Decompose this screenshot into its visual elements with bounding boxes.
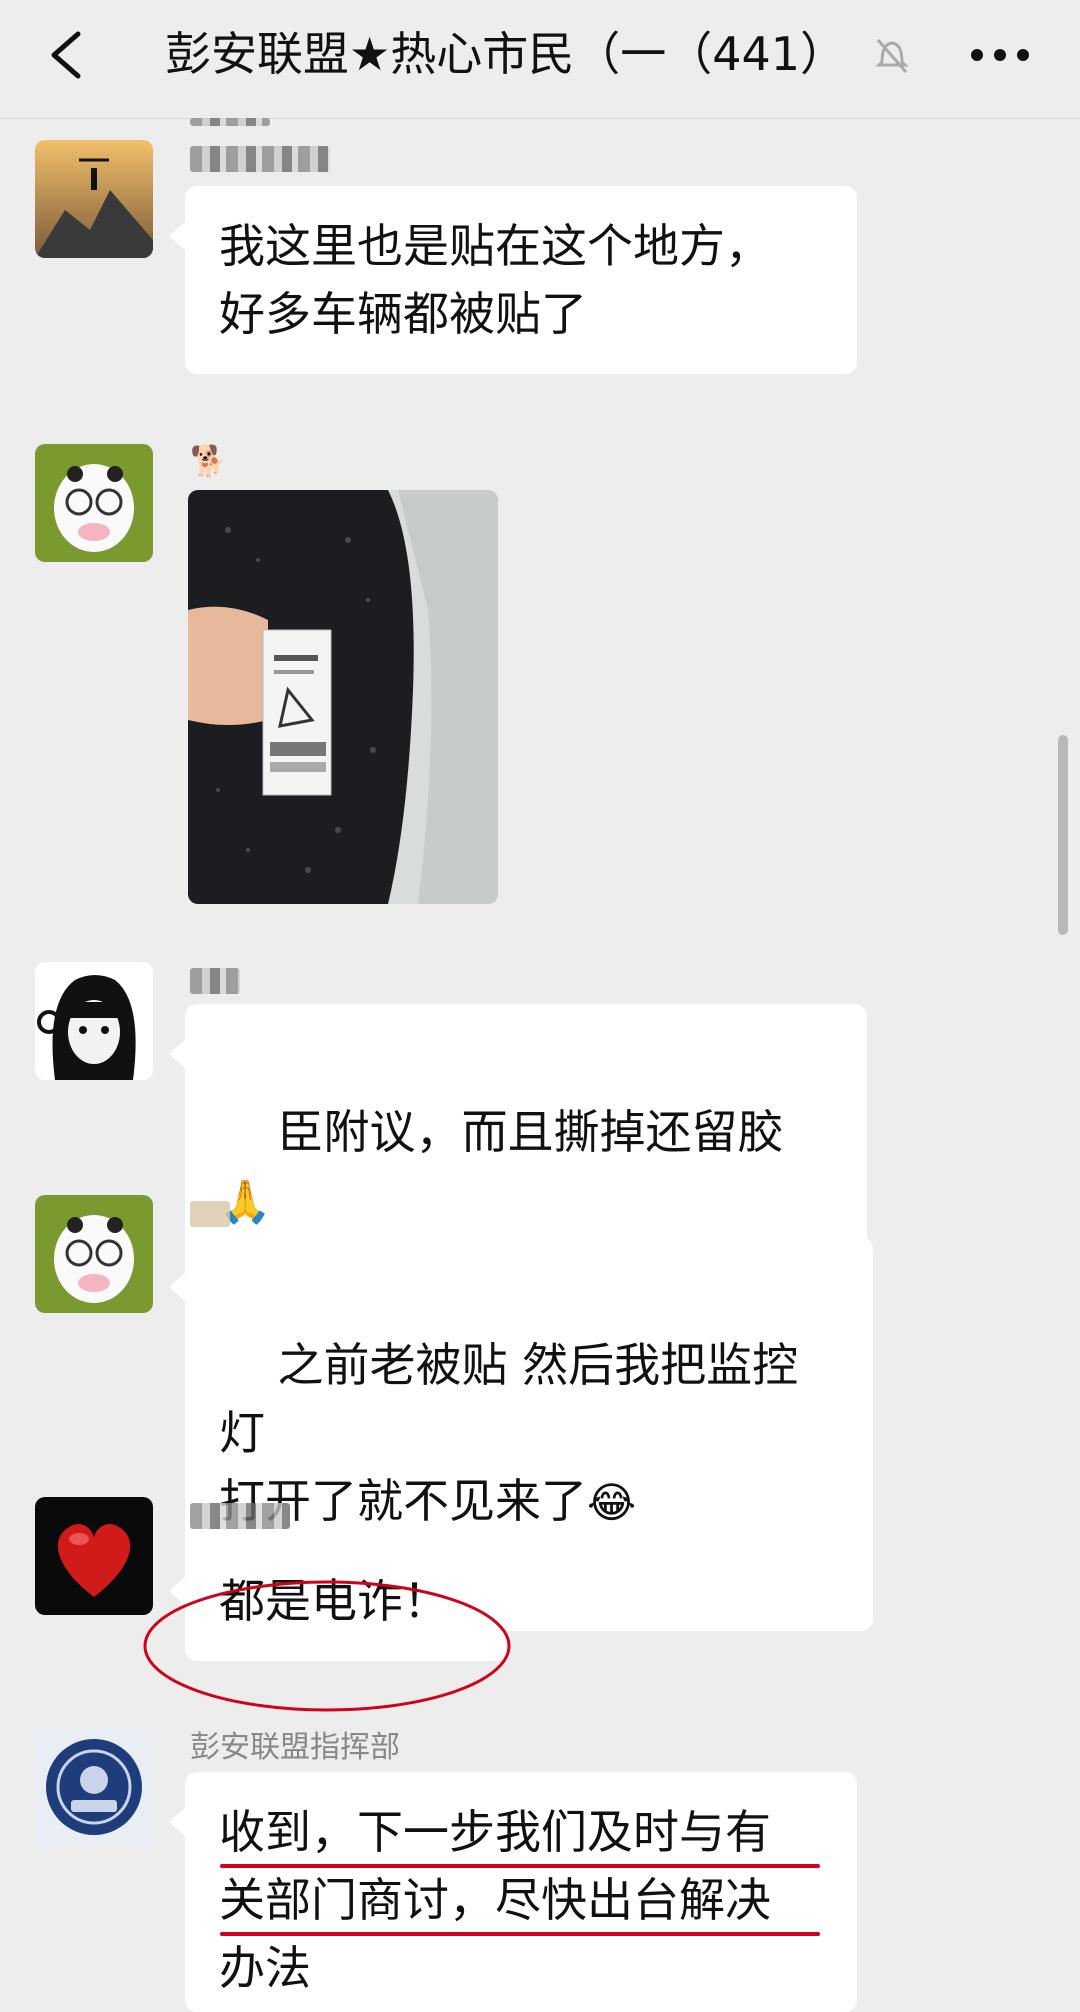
avatar[interactable] — [35, 444, 153, 562]
scrollbar[interactable] — [1058, 735, 1068, 935]
laughing-emoji: 😂 — [587, 1478, 637, 1527]
red-underline — [220, 1932, 820, 1936]
sender-emoji-name: 🐕 — [190, 444, 228, 479]
sender-name: 彭安联盟指挥部 — [190, 1730, 400, 1765]
sender-name-blurred — [190, 968, 240, 994]
more-button[interactable] — [965, 30, 1035, 80]
more-horizontal-icon — [971, 49, 1029, 61]
sender-name-blurred — [190, 1503, 290, 1529]
back-button[interactable] — [38, 20, 98, 90]
red-underline — [220, 1864, 820, 1868]
chat-title: 彭安联盟★热心市民（一（441） — [165, 27, 847, 81]
avatar[interactable] — [35, 1728, 153, 1846]
message-bubble[interactable]: 我这里也是贴在这个地方， 好多车辆都被贴了 — [169, 186, 857, 374]
message-bubble[interactable]: 收到，下一步我们及时与有 关部门商讨，尽快出台解决 办法 — [169, 1772, 857, 2012]
chat-header: 彭安联盟★热心市民（一（441） — [0, 0, 1080, 119]
avatar[interactable] — [35, 962, 153, 1080]
sender-name-blurred — [190, 118, 270, 126]
avatar[interactable] — [35, 1195, 153, 1313]
sender-name-blurred — [190, 1201, 230, 1227]
sender-name-blurred — [190, 146, 330, 172]
red-circle-annotation — [143, 1580, 511, 1712]
message-text: 臣附议，而且撕掉还留胶 — [277, 1105, 784, 1159]
bell-off-icon — [872, 32, 912, 76]
car-mirror-photo[interactable] — [188, 490, 498, 904]
avatar[interactable] — [35, 140, 153, 258]
message-text: 之前老被贴 然后我把监控灯 打开了就不见来了 — [219, 1338, 799, 1528]
chevron-left-icon — [51, 31, 81, 79]
